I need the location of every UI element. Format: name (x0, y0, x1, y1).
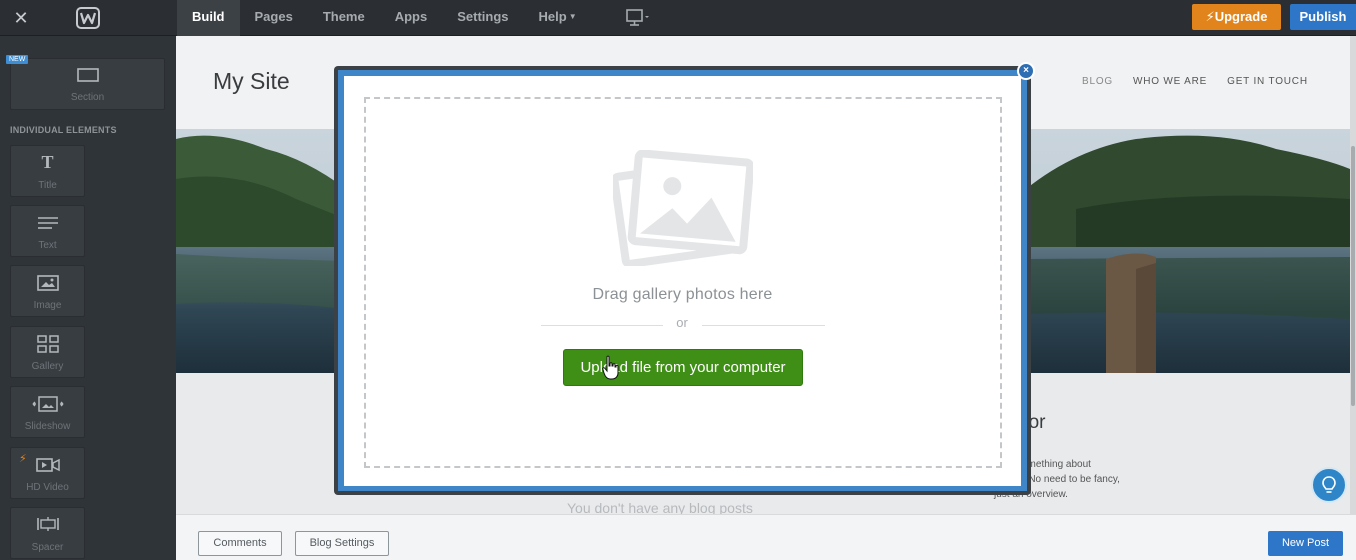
title-element-label: Title (38, 180, 57, 191)
main-nav: Build Pages Theme Apps Settings Help ▼ (177, 0, 592, 36)
spacer-element[interactable]: Spacer (10, 507, 85, 559)
tab-apps[interactable]: Apps (380, 0, 443, 36)
or-label: or (676, 315, 688, 330)
site-nav: BLOG WHO WE ARE GET IN TOUCH (1082, 76, 1308, 87)
element-sidebar: Section NEW INDIVIDUAL ELEMENTS T Title … (0, 36, 176, 560)
drag-photos-text: Drag gallery photos here (592, 286, 773, 303)
tab-pages[interactable]: Pages (240, 0, 308, 36)
image-icon (36, 275, 59, 291)
tab-build[interactable]: Build (177, 0, 240, 36)
image-element-label: Image (33, 300, 62, 311)
canvas-scroll-thumb[interactable] (1351, 146, 1355, 406)
weebly-logo[interactable] (76, 7, 100, 29)
text-element[interactable]: Text (10, 205, 85, 257)
video-icon (35, 458, 60, 472)
text-element-label: Text (38, 240, 57, 251)
no-posts-message: You don't have any blog posts (567, 500, 753, 514)
elements-heading: INDIVIDUAL ELEMENTS (10, 125, 117, 135)
bolt-icon: ⚡ (19, 453, 27, 465)
site-nav-blog[interactable]: BLOG (1082, 76, 1113, 87)
blog-toolbar: Comments Blog Settings New Post (176, 514, 1356, 560)
bolt-icon: ⚡ (1205, 9, 1215, 24)
gallery-icon (36, 335, 59, 353)
site-title[interactable]: My Site (213, 68, 290, 95)
upgrade-label: Upgrade (1214, 9, 1268, 24)
close-editor-icon[interactable]: ✕ (11, 8, 31, 28)
upgrade-button[interactable]: ⚡Upgrade (1192, 4, 1281, 30)
section-icon (76, 68, 99, 82)
gallery-element[interactable]: Gallery (10, 326, 85, 378)
or-divider-right (702, 325, 825, 326)
help-button[interactable] (1311, 467, 1347, 503)
section-element[interactable]: Section (10, 58, 165, 110)
upload-file-button[interactable]: Upload file from your computer (563, 349, 803, 386)
device-preview-icon[interactable] (622, 9, 652, 27)
tab-help[interactable]: Help ▼ (524, 0, 592, 36)
slideshow-element[interactable]: Slideshow (10, 386, 85, 438)
new-post-button[interactable]: New Post (1268, 531, 1343, 556)
spacer-element-label: Spacer (31, 542, 64, 553)
new-badge: NEW (6, 55, 29, 64)
lightbulb-icon (1322, 476, 1336, 493)
hd-video-element-label: HD Video (26, 482, 69, 493)
top-bar: ✕ Build Pages Theme Apps Settings Help ▼ … (0, 0, 1356, 36)
publish-button[interactable]: Publish (1290, 4, 1356, 30)
site-nav-who-we-are[interactable]: WHO WE ARE (1133, 76, 1207, 87)
hd-video-element[interactable]: ⚡ HD Video (10, 447, 85, 499)
modal-close-icon[interactable]: × (1017, 62, 1035, 80)
spacer-icon (36, 517, 59, 531)
slideshow-icon (32, 396, 63, 412)
chevron-down-icon: ▼ (568, 12, 577, 21)
or-divider-left (541, 325, 663, 326)
title-icon: T (41, 152, 54, 172)
slideshow-element-label: Slideshow (24, 421, 71, 432)
photos-placeholder-icon (613, 150, 753, 266)
comments-button[interactable]: Comments (198, 531, 282, 556)
tab-theme[interactable]: Theme (308, 0, 380, 36)
image-element[interactable]: Image (10, 265, 85, 317)
title-element[interactable]: T Title (10, 145, 85, 197)
hand-cursor-icon (602, 355, 619, 380)
tab-settings[interactable]: Settings (442, 0, 523, 36)
gallery-element-label: Gallery (31, 361, 64, 372)
blog-settings-button[interactable]: Blog Settings (295, 531, 389, 556)
tab-help-label: Help (538, 9, 567, 24)
section-label: Section (70, 92, 105, 103)
text-icon (37, 217, 58, 229)
site-nav-get-in-touch[interactable]: GET IN TOUCH (1227, 76, 1308, 87)
